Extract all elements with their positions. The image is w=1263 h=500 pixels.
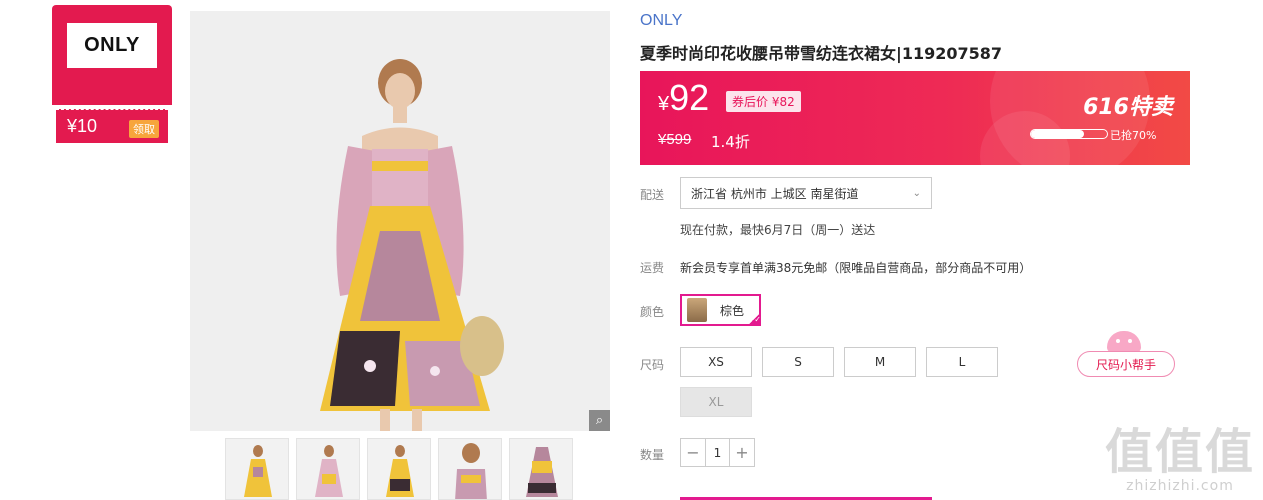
sold-progress-text: 已抢70% (1110, 129, 1157, 142)
mascot-eye (1116, 339, 1120, 343)
quantity-stepper: − 1 + (680, 438, 755, 467)
current-price: ¥92 (658, 77, 709, 119)
sale-event-title: 616特卖 (1083, 95, 1173, 120)
quantity-label: 数量 (640, 448, 665, 462)
size-option-l[interactable]: L (926, 347, 998, 377)
discount-label: 1.4折 (711, 133, 750, 151)
coupon-badge[interactable]: ONLY ¥10 领取 (52, 5, 172, 143)
quantity-value[interactable]: 1 (705, 439, 730, 466)
product-title: 夏季时尚印花收腰吊带雪纺连衣裙女|119207587 (640, 44, 1003, 63)
brand-logo: ONLY (67, 23, 157, 68)
after-coupon-price: 券后价 ¥82 (726, 91, 801, 112)
price-banner: ¥92 券后价 ¥82 ¥599 1.4折 616特卖 已抢70% (640, 71, 1190, 165)
current-price-value: 92 (669, 77, 710, 118)
shipping-label: 运费 (640, 261, 665, 275)
brand-name[interactable]: ONLY (640, 12, 682, 30)
chevron-down-icon: ⌄ (912, 187, 921, 199)
mascot-icon (1107, 331, 1141, 353)
address-select[interactable]: 浙江省 杭州市 上城区 南星街道 ⌄ (680, 177, 932, 209)
color-label: 颜色 (640, 305, 665, 319)
thumbnail[interactable] (438, 438, 502, 500)
coupon-badge-top: ONLY (52, 5, 172, 105)
thumbnail-strip (225, 438, 573, 500)
currency-symbol: ¥ (658, 93, 670, 115)
original-price: ¥599 (658, 131, 692, 148)
delivery-label: 配送 (640, 188, 665, 202)
size-helper-button[interactable]: 尺码小帮手 (1077, 351, 1175, 377)
shipping-info: 新会员专享首单满38元免邮（限唯品自营商品，部分商品不可用） (680, 261, 1032, 275)
delivery-estimate: 现在付款，最快6月7日（周一）送达 (680, 223, 876, 237)
thumbnail[interactable] (225, 438, 289, 500)
thumbnail[interactable] (367, 438, 431, 500)
site-watermark: 值值值 zhizhizhi.com (1105, 426, 1255, 494)
size-option-xs[interactable]: XS (680, 347, 752, 377)
claim-coupon-button[interactable]: 领取 (129, 120, 159, 138)
product-main-image[interactable]: ⌕ (190, 11, 610, 431)
zoom-icon[interactable]: ⌕ (589, 410, 610, 431)
size-option-xl[interactable]: XL (680, 387, 752, 417)
dress-model-illustration (190, 11, 610, 431)
thumbnail[interactable] (509, 438, 573, 500)
check-icon: ✓ (747, 312, 761, 326)
increment-button[interactable]: + (730, 439, 754, 466)
coupon-amount: ¥10 (67, 116, 98, 136)
color-option-selected[interactable]: 棕色 ✓ (680, 294, 761, 326)
sold-progress-fill (1031, 130, 1085, 138)
watermark-url: zhizhizhi.com (1126, 478, 1234, 494)
address-value: 浙江省 杭州市 上城区 南星街道 (691, 186, 859, 201)
thumbnail[interactable] (296, 438, 360, 500)
mascot-eye (1128, 339, 1132, 343)
color-swatch (687, 298, 707, 322)
size-label: 尺码 (640, 358, 665, 372)
sold-progress-bar (1030, 129, 1108, 139)
decrement-button[interactable]: − (681, 439, 705, 466)
size-option-m[interactable]: M (844, 347, 916, 377)
color-name: 棕色 (720, 303, 745, 318)
size-option-s[interactable]: S (762, 347, 834, 377)
coupon-bottom[interactable]: ¥10 领取 (56, 109, 168, 143)
watermark-main: 值值值 (1104, 424, 1255, 480)
